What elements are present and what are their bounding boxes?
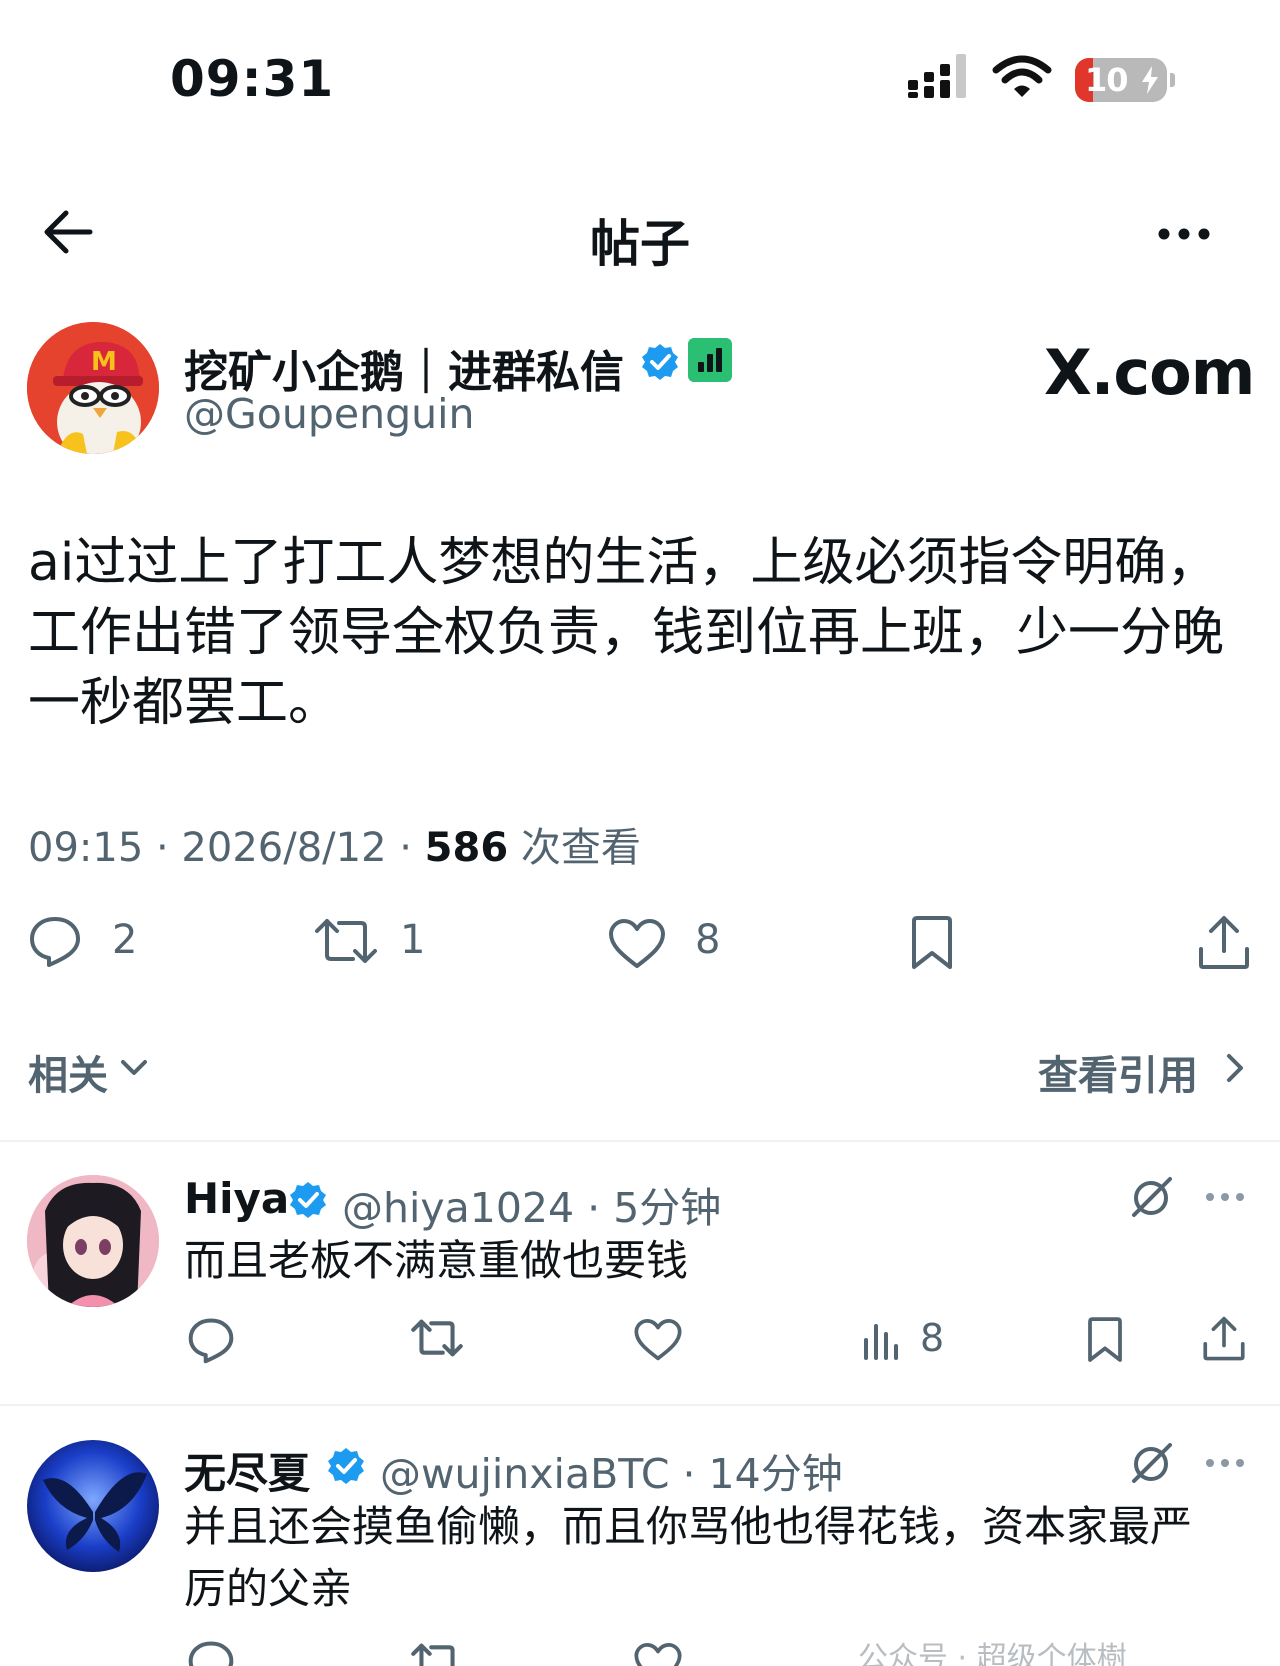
repost-icon	[411, 1319, 463, 1357]
view-count: 586	[424, 825, 509, 871]
reply-bookmark-button[interactable]	[1085, 1316, 1125, 1364]
reply-text: 而且老板不满意重做也要钱	[184, 1236, 689, 1285]
reply-author-name[interactable]: 无尽夏	[184, 1440, 310, 1501]
reply-more-button[interactable]	[1205, 1458, 1245, 1468]
view-quotes-label: 查看引用	[1038, 1053, 1198, 1099]
heart-icon	[634, 1642, 682, 1666]
verified-badge-icon	[640, 342, 680, 382]
related-label: 相关	[28, 1053, 108, 1099]
reply-views-button[interactable]	[862, 1318, 902, 1360]
reply-more-button[interactable]	[1205, 1192, 1245, 1202]
svg-text:M: M	[91, 347, 117, 377]
grok-button[interactable]	[1130, 1441, 1174, 1485]
battery-level: 10	[1085, 61, 1129, 99]
share-icon	[1199, 916, 1249, 969]
more-horizontal-icon	[1206, 1459, 1244, 1467]
reply-comment-button[interactable]	[187, 1640, 235, 1666]
reply-repost-button[interactable]	[410, 1318, 464, 1358]
verified-badge-icon	[288, 1180, 328, 1220]
post-text: ai过过上了打工人梦想的生活，上级必须指令明确，工作出错了领导全权负责，钱到位再…	[28, 533, 1225, 733]
affiliate-badge-icon	[688, 338, 732, 382]
like-button[interactable]	[607, 918, 667, 970]
bookmark-icon	[912, 916, 952, 969]
comment-icon	[188, 1641, 234, 1666]
comment-icon	[30, 917, 80, 967]
reply-text: 并且还会摸鱼偷懒，而且你骂他也得花钱，资本家最严厉的父亲	[184, 1502, 1193, 1613]
reply-avatar[interactable]	[27, 1175, 159, 1307]
author-handle[interactable]: @Goupenguin	[184, 390, 474, 438]
more-horizontal-icon	[1158, 228, 1210, 240]
reply-handle-time[interactable]: @wujinxiaBTC · 14分钟	[380, 1440, 843, 1500]
post-timestamp: 09:15 · 2026/8/12 ·	[28, 825, 425, 871]
grok-icon	[1132, 1177, 1172, 1217]
reply-handle-time[interactable]: @hiya1024 · 5分钟	[342, 1174, 721, 1234]
page-title: 帖子	[590, 215, 690, 273]
reply-share-button[interactable]	[1202, 1316, 1246, 1362]
heart-icon	[634, 1318, 682, 1361]
heart-icon	[609, 919, 665, 968]
reply-avatar[interactable]	[27, 1440, 159, 1572]
battery-indicator: 10	[1075, 58, 1175, 102]
chevron-right-icon	[1227, 1054, 1243, 1082]
repost-icon	[411, 1643, 455, 1666]
post-meta: 09:15 · 2026/8/12 · 586 次查看	[28, 815, 641, 873]
author-avatar[interactable]: M	[27, 322, 159, 454]
repost-icon	[315, 919, 377, 963]
repost-button[interactable]	[313, 917, 379, 965]
reply-like-button[interactable]	[633, 1642, 683, 1666]
brand-logo: X.com	[1044, 336, 1255, 409]
chevron-down-icon	[121, 1060, 147, 1075]
verified-badge-icon	[326, 1446, 366, 1486]
reply-like-button[interactable]	[633, 1318, 683, 1362]
watermark: 公众号 · 超级个体樹	[858, 1641, 1127, 1666]
divider	[0, 1140, 1280, 1142]
divider	[0, 1404, 1280, 1406]
comment-icon	[188, 1318, 234, 1364]
grok-button[interactable]	[1130, 1175, 1174, 1219]
reply-count: 2	[112, 917, 138, 963]
grok-icon	[1132, 1443, 1172, 1483]
analytics-icon	[864, 1324, 898, 1360]
bookmark-button[interactable]	[908, 915, 956, 971]
reply-author-name[interactable]: Hiya	[184, 1174, 289, 1223]
like-count: 8	[695, 917, 721, 963]
related-dropdown[interactable]: 相关	[28, 1043, 147, 1101]
reply-comment-button[interactable]	[187, 1317, 235, 1364]
share-icon	[1203, 1316, 1245, 1361]
charging-bolt-icon	[1142, 66, 1158, 94]
bookmark-icon	[1088, 1317, 1122, 1362]
view-quotes-link[interactable]: 查看引用	[1038, 1043, 1243, 1101]
share-button[interactable]	[1197, 915, 1251, 971]
repost-count: 1	[400, 917, 426, 963]
reply-view-count: 8	[920, 1316, 945, 1360]
reply-button[interactable]	[28, 915, 82, 967]
view-count-label: 次查看	[508, 825, 641, 871]
wifi-icon	[992, 55, 1052, 98]
more-options-button[interactable]	[1158, 228, 1210, 240]
more-horizontal-icon	[1206, 1193, 1244, 1201]
status-time: 09:31	[170, 50, 335, 108]
cellular-signal-icon	[908, 54, 972, 98]
reply-repost-button[interactable]	[410, 1642, 464, 1666]
